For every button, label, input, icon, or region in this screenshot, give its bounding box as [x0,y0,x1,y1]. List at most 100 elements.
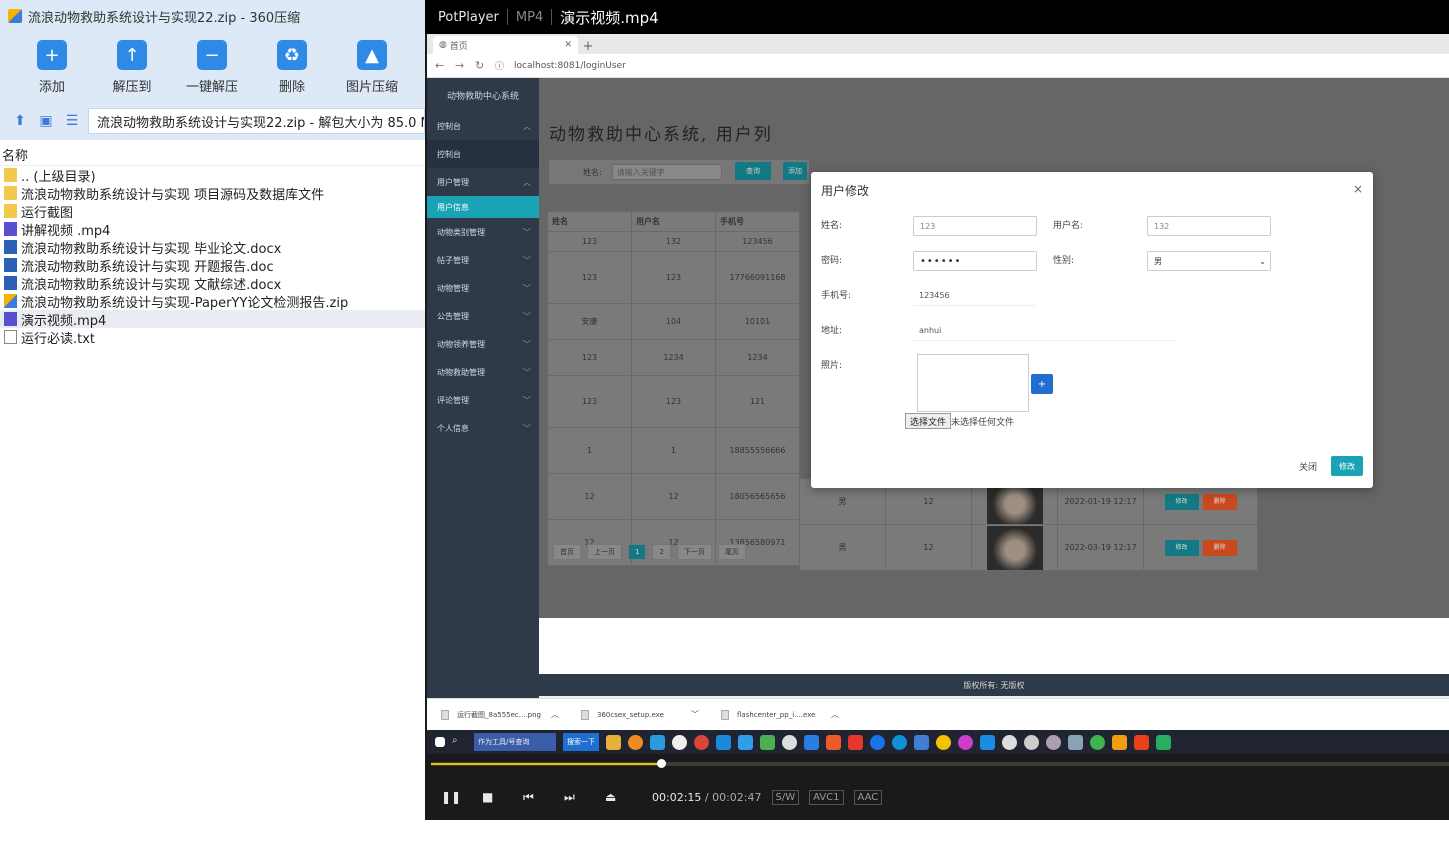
new-tab-icon[interactable]: + [578,39,598,54]
reload-icon[interactable]: ↻ [475,59,495,72]
sidebar-item-posts[interactable]: 帖子管理 ﹀ [427,246,539,274]
app-icon[interactable] [1112,734,1127,750]
list-item[interactable]: .. (上级目录) [0,166,425,185]
delete-button[interactable]: 删除 [1202,539,1237,556]
one-click-extract-button[interactable]: − 一键解压 [172,32,252,102]
address-field[interactable]: anhui [913,321,1175,341]
ie-icon[interactable] [980,734,995,750]
next-icon[interactable]: ⏭ [564,790,605,805]
close-icon[interactable]: × [1353,182,1363,196]
sidebar-item-rescue[interactable]: 动物救助管理 ﹀ [427,358,539,386]
up-arrow-icon[interactable]: ⬆ [10,113,30,129]
zip-path-field[interactable]: 流浪动物救助系统设计与实现22.zip - 解包大小为 85.0 MB [88,108,425,134]
close-icon[interactable]: ✕ [564,40,572,50]
stop-icon[interactable]: ■ [482,790,523,804]
phone-field[interactable]: 123456 [913,286,1037,306]
browser-tab[interactable]: ◍ 首页 ✕ [433,36,578,54]
app-icon[interactable] [1046,734,1061,750]
extract-to-button[interactable]: ↑ 解压到 [92,32,172,102]
list-item-selected[interactable]: 演示视频.mp4 [0,310,425,329]
username-field[interactable]: 132 [1147,216,1271,236]
list-item[interactable]: 流浪动物救助系统设计与实现 毕业论文.docx [0,238,425,257]
app-icon[interactable] [1134,734,1149,750]
settings-icon[interactable] [672,734,687,750]
pause-icon[interactable]: ❚❚ [441,790,482,804]
download-item[interactable]: flashcenter_pp_i....exe ︿ [707,709,847,720]
image-compress-button[interactable]: ▲ 图片压缩 [332,32,412,102]
app-icon[interactable] [1156,734,1171,750]
wechat-icon[interactable] [1090,734,1105,750]
sidebar-item-animals[interactable]: 动物管理 ﹀ [427,274,539,302]
app-icon[interactable] [958,734,973,750]
page-last[interactable]: 尾页 [717,544,746,560]
page-next[interactable]: 下一页 [676,544,712,560]
list-item[interactable]: 运行截图 [0,202,425,221]
app-icon[interactable] [826,734,841,750]
list-item[interactable]: 运行必读.txt [0,328,425,347]
sidebar-item-animal-category[interactable]: 动物类别管理 ﹀ [427,218,539,246]
sidebar-item-comments[interactable]: 评论管理 ﹀ [427,386,539,414]
sidebar-item-profile[interactable]: 个人信息 ﹀ [427,414,539,442]
sidebar-subitem-user-info[interactable]: 用户信息 [427,196,539,218]
taskbar-search-input[interactable]: 作为工具/号查询 [474,733,556,751]
render-badge[interactable]: S/W [771,789,800,805]
gender-select[interactable]: 男 ⌄ [1147,251,1271,271]
app-icon[interactable] [914,734,929,750]
previous-icon[interactable]: ⏮ [523,790,564,805]
seek-bar[interactable] [431,759,1449,768]
edit-button[interactable]: 修改 [1164,493,1199,510]
sidebar-item-user-management[interactable]: 用户管理 ︿ [427,168,539,196]
app-icon[interactable] [1024,734,1039,750]
back-icon[interactable]: ← [435,59,455,72]
search-icon[interactable]: ⌕ [452,735,467,750]
list-item[interactable]: 流浪动物救助系统设计与实现-PaperYY论文检测报告.zip [0,292,425,311]
video-frame[interactable]: ◍ 首页 ✕ + ← → ↻ ⓘ localhost:8081/loginUse… [427,34,1449,754]
choose-file-button[interactable]: 选择文件 [905,413,952,429]
app-icon[interactable] [760,734,775,750]
forward-icon[interactable]: → [455,59,475,72]
add-button[interactable]: + 添加 [12,32,92,102]
chrome-icon[interactable] [694,734,709,750]
page-2[interactable]: 2 [652,544,671,560]
taskbar-search-button[interactable]: 搜索一下 [563,733,599,751]
eject-icon[interactable]: ⏏ [605,790,646,804]
app-icon[interactable] [782,734,797,750]
app-icon[interactable] [848,734,863,750]
app-icon[interactable] [650,734,665,750]
seek-handle[interactable] [657,759,666,768]
sidebar-item-adoption[interactable]: 动物领养管理 ﹀ [427,330,539,358]
edit-button[interactable]: 修改 [1164,539,1199,556]
name-field[interactable]: 123 [913,216,1037,236]
video-codec-badge[interactable]: AVC1 [809,789,844,805]
list-item[interactable]: 流浪动物救助系统设计与实现 文献综述.docx [0,274,425,293]
page-1[interactable]: 1 [628,544,647,560]
name-column-header[interactable]: 名称 [0,144,425,166]
app-icon[interactable] [716,734,731,750]
download-item[interactable]: 360csex_setup.exe ﹀ [567,709,707,720]
list-item[interactable]: 流浪动物救助系统设计与实现 开题报告.doc [0,256,425,275]
search-input[interactable]: 请输入关键字 [611,164,722,180]
player-brand[interactable]: PotPlayer [438,10,499,25]
download-item[interactable]: 运行截图_8a555ec....png ︿ [427,709,567,720]
list-item[interactable]: 讲解视频 .mp4 [0,220,425,239]
url-field[interactable]: localhost:8081/loginUser [514,61,626,71]
view-icon[interactable]: ▣ [36,113,56,129]
sidebar-item-notices[interactable]: 公告管理 ﹀ [427,302,539,330]
list-item[interactable]: 流浪动物救助系统设计与实现 项目源码及数据库文件 [0,184,425,203]
gear-icon[interactable] [1002,734,1017,750]
audio-codec-badge[interactable]: AAC [853,789,883,805]
folder-icon[interactable] [606,734,621,750]
windows-start-icon[interactable] [435,737,445,747]
submit-edit-button[interactable]: 修改 [1331,456,1363,476]
app-icon[interactable] [628,734,643,750]
delete-button[interactable]: ♻ 删除 [252,32,332,102]
app-icon[interactable] [738,734,753,750]
add-button[interactable]: 添加 [783,162,807,180]
password-field[interactable]: •••••• [913,251,1037,271]
app-icon[interactable] [1068,734,1083,750]
page-prev[interactable]: 上一页 [587,544,622,560]
app-icon[interactable] [804,734,819,750]
app-icon[interactable] [870,734,885,750]
sidebar-subitem-console[interactable]: 控制台 [427,140,539,168]
edge-icon[interactable] [892,734,907,750]
